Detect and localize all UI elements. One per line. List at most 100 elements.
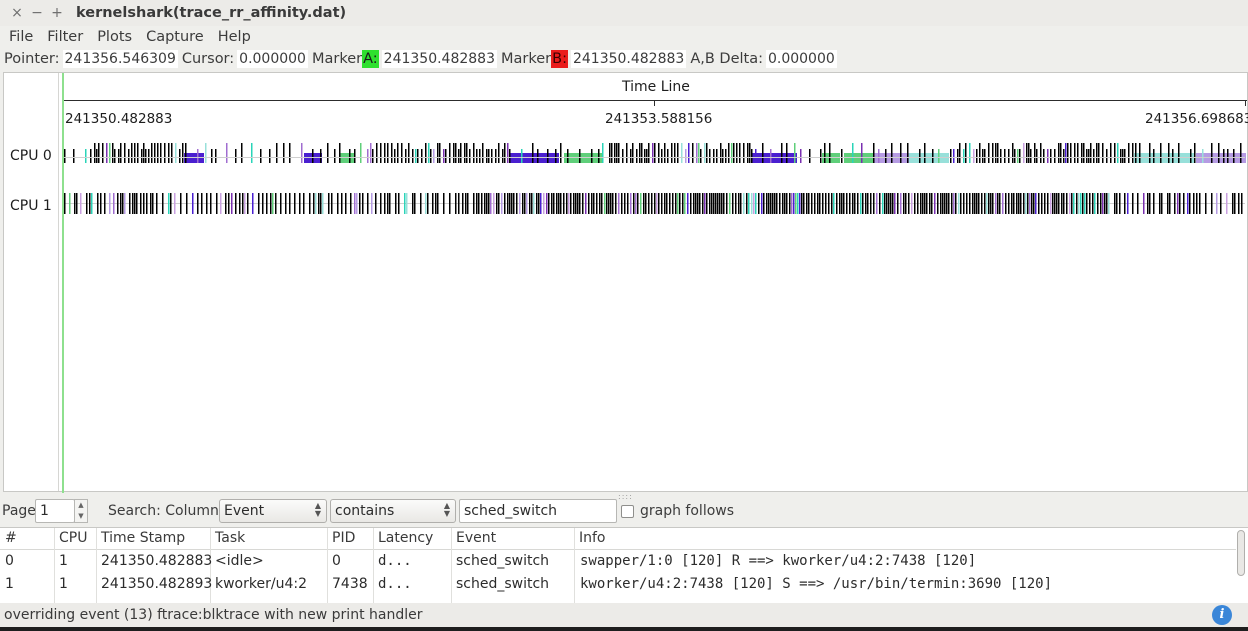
cpu1-event-mark bbox=[231, 193, 233, 214]
cpu1-event-mark bbox=[1211, 193, 1213, 214]
marker-a-line[interactable] bbox=[62, 73, 64, 493]
cpu1-event-mark bbox=[427, 193, 429, 214]
cpu1-event-mark bbox=[876, 193, 878, 214]
cpu-tracks[interactable] bbox=[4, 73, 1248, 493]
event-table[interactable]: # CPU Time Stamp Task PID Latency Event … bbox=[0, 527, 1248, 603]
cpu0-event-mark bbox=[984, 149, 986, 163]
cpu1-event-mark bbox=[553, 193, 555, 214]
cpu1-event-mark bbox=[100, 193, 102, 214]
cpu1-event-mark bbox=[651, 193, 653, 214]
cpu0-event-mark bbox=[800, 149, 802, 163]
cpu1-event-mark bbox=[150, 193, 152, 214]
cell-cpu: 1 bbox=[59, 553, 68, 569]
cpu1-event-mark bbox=[1056, 193, 1058, 214]
cpu0-event-mark bbox=[405, 149, 407, 163]
cpu1-event-mark bbox=[766, 193, 768, 214]
cpu1-event-mark bbox=[784, 193, 786, 214]
graph-follows-checkbox[interactable] bbox=[621, 505, 634, 518]
cpu1-event-mark bbox=[1114, 193, 1116, 214]
cpu1-event-mark bbox=[713, 193, 715, 214]
info-icon[interactable]: i bbox=[1212, 605, 1232, 625]
scrollbar-thumb[interactable] bbox=[1237, 530, 1245, 576]
cpu0-event-mark bbox=[148, 149, 150, 163]
cpu0-event-mark bbox=[408, 143, 410, 163]
cpu0-track[interactable] bbox=[63, 143, 1246, 163]
search-text-input[interactable]: sched_switch bbox=[459, 499, 617, 523]
cpu0-event-mark bbox=[466, 143, 468, 163]
header-event[interactable]: Event bbox=[456, 530, 496, 546]
cpu0-event-mark bbox=[1114, 143, 1116, 163]
status-bar: overriding event (13) ftrace:blktrace wi… bbox=[0, 603, 1248, 627]
header-pid[interactable]: PID bbox=[332, 530, 355, 546]
header-timestamp[interactable]: Time Stamp bbox=[101, 530, 185, 546]
search-column-select[interactable]: Event ▲ ▼ bbox=[219, 499, 327, 523]
cpu0-event-mark bbox=[709, 149, 711, 163]
cpu1-event-mark bbox=[615, 193, 617, 214]
cpu0-event-mark bbox=[131, 143, 133, 163]
cpu1-event-mark bbox=[285, 193, 287, 214]
cpu1-event-mark bbox=[216, 193, 218, 214]
cpu1-event-mark bbox=[1041, 193, 1043, 214]
cpu0-event-mark bbox=[171, 143, 173, 163]
cpu0-event-mark bbox=[425, 143, 427, 163]
cpu1-event-mark bbox=[152, 193, 154, 214]
cpu0-event-mark bbox=[114, 149, 116, 163]
cpu1-event-mark bbox=[624, 193, 626, 214]
cpu1-event-mark bbox=[648, 193, 650, 214]
header-latency[interactable]: Latency bbox=[378, 530, 433, 546]
table-row[interactable]: 1 1 241350.482893 kworker/u4:2 7438 d...… bbox=[0, 574, 1236, 597]
cpu1-event-mark bbox=[496, 193, 498, 214]
cpu0-event-mark bbox=[997, 143, 999, 163]
cpu0-event-mark bbox=[112, 143, 114, 163]
menu-filter[interactable]: Filter bbox=[40, 29, 90, 45]
cpu0-event-mark bbox=[124, 143, 126, 163]
cpu1-event-mark bbox=[591, 193, 593, 214]
header-task[interactable]: Task bbox=[215, 530, 245, 546]
cpu1-event-mark bbox=[1016, 193, 1018, 214]
page-spinner[interactable]: ▲ ▼ bbox=[74, 499, 88, 523]
cpu1-event-mark bbox=[839, 193, 841, 214]
cpu1-event-mark bbox=[963, 193, 965, 214]
trace-graph[interactable]: CPU 0 CPU 1 Time Line 241350.482883 2413… bbox=[3, 72, 1248, 493]
cpu1-track[interactable] bbox=[63, 193, 1245, 214]
header-index[interactable]: # bbox=[5, 530, 17, 546]
cpu0-event-mark bbox=[932, 149, 934, 163]
header-cpu[interactable]: CPU bbox=[59, 530, 87, 546]
cpu1-event-mark bbox=[986, 193, 988, 214]
close-window-button[interactable]: × bbox=[8, 4, 26, 22]
maximize-window-button[interactable]: + bbox=[48, 4, 66, 22]
cpu1-event-mark bbox=[1050, 193, 1052, 214]
cpu1-event-mark bbox=[498, 193, 500, 214]
minimize-window-button[interactable]: − bbox=[28, 4, 46, 22]
cpu1-event-mark bbox=[389, 193, 391, 214]
table-scrollbar[interactable] bbox=[1236, 530, 1246, 602]
cpu1-event-mark bbox=[793, 193, 795, 214]
cpu1-event-mark bbox=[1002, 193, 1004, 214]
menu-capture[interactable]: Capture bbox=[139, 29, 211, 45]
cpu1-event-mark bbox=[633, 193, 635, 214]
menu-help[interactable]: Help bbox=[211, 29, 258, 45]
pointer-label: Pointer: bbox=[4, 51, 60, 67]
search-mode-select[interactable]: contains ▲ ▼ bbox=[330, 499, 456, 523]
cpu0-event-mark bbox=[614, 143, 616, 163]
cpu0-event-mark bbox=[433, 149, 435, 163]
cpu0-event-mark bbox=[283, 143, 285, 163]
cpu0-event-mark bbox=[1050, 149, 1052, 163]
cpu1-event-mark bbox=[1069, 193, 1071, 214]
cpu0-event-mark bbox=[376, 143, 378, 163]
cpu0-event-mark bbox=[950, 149, 952, 163]
cpu1-event-mark bbox=[533, 193, 535, 214]
cpu1-event-mark bbox=[884, 193, 886, 214]
cpu1-event-mark bbox=[570, 193, 572, 214]
menu-file[interactable]: File bbox=[2, 29, 40, 45]
cpu0-event-mark bbox=[164, 143, 166, 163]
cell-task: kworker/u4:2 bbox=[215, 576, 307, 592]
spin-down-icon[interactable]: ▼ bbox=[75, 511, 87, 522]
menu-plots[interactable]: Plots bbox=[90, 29, 139, 45]
page-input[interactable]: 1 bbox=[35, 499, 75, 523]
header-info[interactable]: Info bbox=[579, 530, 606, 546]
cpu1-event-mark bbox=[658, 193, 660, 214]
table-row[interactable]: 0 1 241350.482883 <idle> 0 d... sched_sw… bbox=[0, 551, 1236, 574]
spin-up-icon[interactable]: ▲ bbox=[75, 500, 87, 511]
cpu0-event-mark bbox=[938, 149, 940, 163]
